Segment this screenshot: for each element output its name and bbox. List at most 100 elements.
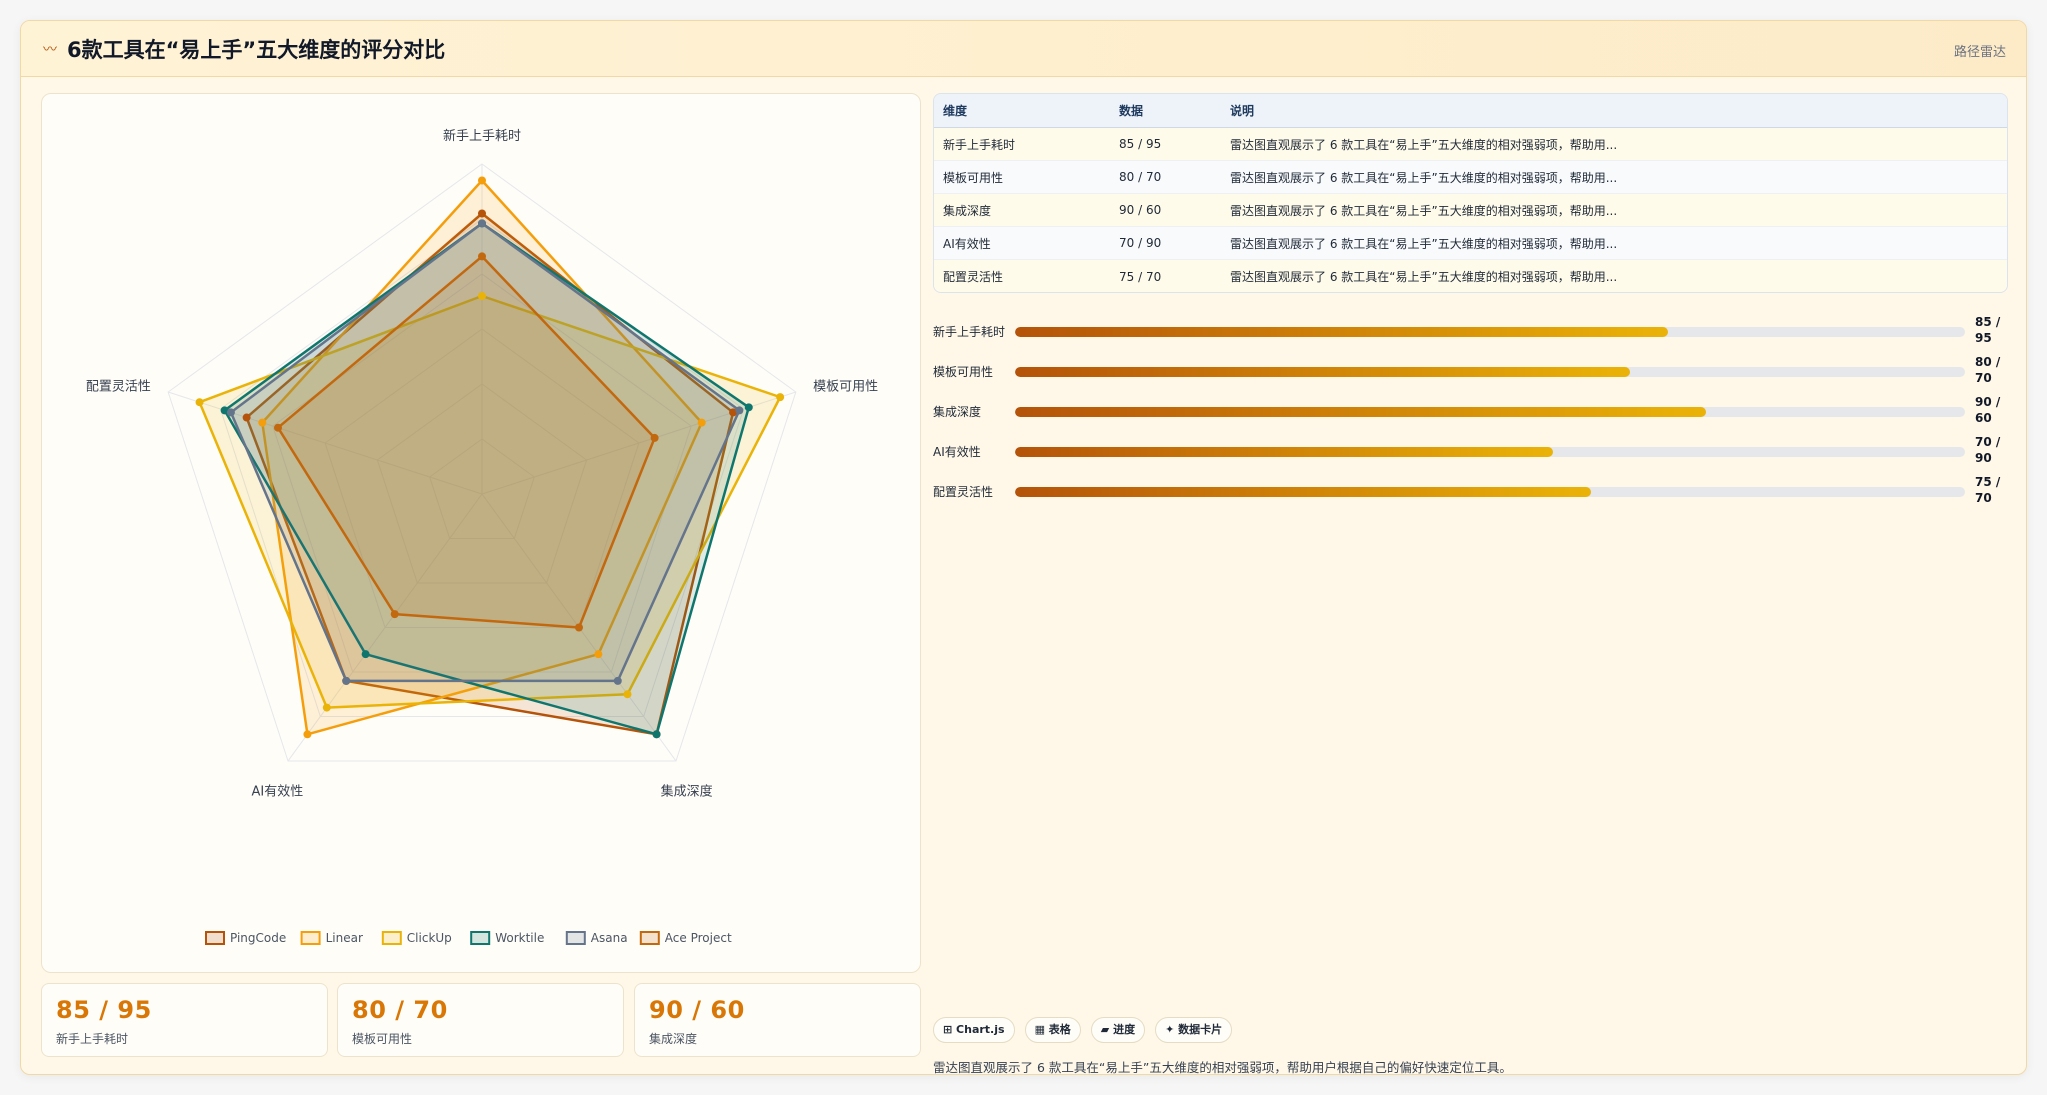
radar-point (735, 406, 744, 415)
radar-point (574, 623, 583, 632)
view-chips: ⊞ Chart.js ▦ 表格 ▰ 进度 ✦ 数据卡片 (933, 1017, 1233, 1043)
radar-point (342, 676, 351, 685)
card-header: 〰 6款工具在“易上手”五大维度的评分对比 路径雷达 (21, 21, 2026, 77)
legend-swatch (205, 931, 225, 945)
radar-axis-label: 模板可用性 (813, 379, 878, 394)
legend-label: Asana (591, 931, 628, 945)
table-row: 集成深度 90 / 60 雷达图直观展示了 6 款工具在“易上手”五大维度的相对… (934, 194, 2007, 227)
stat-label: 集成深度 (649, 1032, 698, 1046)
chip-chartjs[interactable]: ⊞ Chart.js (933, 1017, 1015, 1043)
chart-card: 〰 6款工具在“易上手”五大维度的评分对比 路径雷达 新手上手耗时 模板可用性 集成… (20, 20, 2027, 1075)
chip-progress[interactable]: ▰ 进度 (1090, 1017, 1146, 1043)
progress-value: 75 / 70 (1975, 475, 2001, 505)
progress-track (1015, 447, 1965, 457)
radar-point (226, 408, 235, 417)
radar-axis-label: 配置灵活性 (86, 379, 151, 394)
chip-data-card[interactable]: ✦ 数据卡片 (1155, 1017, 1233, 1043)
radar-point (390, 610, 399, 619)
stat-card: 85 / 95 新手上手耗时 (41, 983, 328, 1057)
legend-label: Worktile (495, 931, 544, 945)
legend-swatch (381, 931, 402, 945)
table-header-cell: 维度 (943, 104, 968, 118)
table-header-cell: 数据 (1119, 104, 1144, 118)
progress-label: 集成深度 (933, 405, 982, 419)
table-row: 模板可用性 80 / 70 雷达图直观展示了 6 款工具在“易上手”五大维度的相… (934, 161, 2007, 194)
progress-track (1015, 407, 1965, 417)
progress-value: 80 / 70 (1975, 355, 2001, 385)
stat-card: 80 / 70 模板可用性 (337, 983, 624, 1057)
radar-point (273, 423, 282, 432)
stat-value: 85 / 95 (56, 996, 152, 1024)
legend-label: ClickUp (407, 931, 452, 945)
progress-label: AI有效性 (933, 445, 981, 459)
radar-chart: 新手上手耗时模板可用性集成深度 AI有效性 配置灵活性 PingCode Linear C… (86, 128, 878, 945)
radar-point (652, 730, 661, 739)
table-cell: 集成深度 (943, 203, 992, 218)
progress-label: 模板可用性 (933, 365, 994, 379)
stat-cards: 85 / 95 新手上手耗时 80 / 70 模板可用性 90 / 60 集成深… (41, 983, 921, 1057)
radar-point (322, 703, 331, 712)
radar-chart-panel: 新手上手耗时 模板可用性 集成深度 AI有效性 配置灵活性 PingCode Linear C… (41, 93, 921, 973)
table-cell: 80 / 70 (1119, 170, 1162, 184)
radar-point (594, 650, 603, 659)
legend-swatch (470, 931, 491, 945)
radar-point (303, 730, 312, 739)
radar-point (478, 209, 486, 218)
progress-row: 配置灵活性 75 / 70 (933, 471, 2008, 511)
progress-track (1015, 327, 1965, 337)
legend-swatch (639, 931, 660, 945)
data-table: 维度 数据 说明 新手上手耗时 85 / 95 雷达图直观展示了 6 款工具在“… (933, 93, 2008, 293)
progress-row: 集成深度 90 / 60 (933, 391, 2008, 431)
radar-point (613, 676, 622, 685)
stat-value: 80 / 70 (352, 996, 448, 1024)
radar-point (478, 292, 486, 300)
radar-point (776, 393, 785, 402)
radar-point (478, 252, 486, 261)
radar-axis-label: 新手上手耗时 (443, 128, 521, 144)
radar-point (478, 219, 486, 228)
table-cell: 雷达图直观展示了 6 款工具在“易上手”五大维度的相对强弱项，帮助用... (1230, 170, 1618, 185)
progress-value: 85 / 95 (1975, 315, 2001, 345)
stat-card: 90 / 60 集成深度 (634, 983, 921, 1057)
page-title: 6款工具在“易上手”五大维度的评分对比 (67, 37, 446, 62)
radar-point (697, 418, 706, 427)
legend-label: Ace Project (665, 931, 732, 945)
legend-label: Linear (326, 931, 363, 945)
table-row: 新手上手耗时 85 / 95 雷达图直观展示了 6 款工具在“易上手”五大维度的… (934, 128, 2007, 161)
wave-icon: 〰 (43, 41, 57, 58)
table-cell: 雷达图直观展示了 6 款工具在“易上手”五大维度的相对强弱项，帮助用... (1230, 137, 1618, 152)
radar-point (623, 690, 632, 699)
legend-swatch (565, 931, 586, 945)
table-header-cell: 说明 (1230, 104, 1255, 118)
progress-track (1015, 487, 1965, 497)
progress-fill (1015, 327, 1668, 337)
table-cell: 配置灵活性 (943, 270, 1004, 284)
progress-row: AI有效性 70 / 90 (933, 431, 2008, 471)
table-cell: 模板可用性 (943, 170, 1004, 185)
table-cell: 雷达图直观展示了 6 款工具在“易上手”五大维度的相对强弱项，帮助用... (1230, 203, 1618, 218)
chart-description: 雷达图直观展示了 6 款工具在“易上手”五大维度的相对强弱项，帮助用户根据自己的… (933, 1060, 1512, 1075)
progress-fill (1015, 367, 1630, 377)
progress-row: 模板可用性 80 / 70 (933, 351, 2008, 391)
progress-value: 90 / 60 (1975, 395, 2001, 425)
radar-point (744, 403, 753, 412)
legend-swatch (300, 931, 321, 945)
table-cell: 新手上手耗时 (943, 137, 1016, 152)
radar-point (650, 433, 659, 442)
table-cell: 雷达图直观展示了 6 款工具在“易上手”五大维度的相对强弱项，帮助用... (1230, 236, 1618, 251)
progress-fill (1015, 487, 1591, 497)
progress-row: 新手上手耗时 85 / 95 (933, 311, 2008, 351)
table-header-row: 维度 数据 说明 (934, 94, 2007, 128)
progress-fill (1015, 407, 1706, 417)
progress-label: 配置灵活性 (933, 485, 994, 499)
table-row: 配置灵活性 75 / 70 雷达图直观展示了 6 款工具在“易上手”五大维度的相… (934, 260, 2007, 292)
radar-axis-label: AI有效性 (251, 785, 303, 800)
chip-table[interactable]: ▦ 表格 (1024, 1017, 1081, 1043)
table-cell: AI有效性 (943, 236, 991, 251)
table-cell: 75 / 70 (1119, 269, 1162, 284)
stat-value: 90 / 60 (649, 996, 745, 1024)
radar-point (242, 413, 251, 422)
table-cell: 70 / 90 (1119, 236, 1162, 250)
table-cell: 雷达图直观展示了 6 款工具在“易上手”五大维度的相对强弱项，帮助用... (1230, 270, 1618, 284)
progress-value: 70 / 90 (1975, 435, 2001, 465)
